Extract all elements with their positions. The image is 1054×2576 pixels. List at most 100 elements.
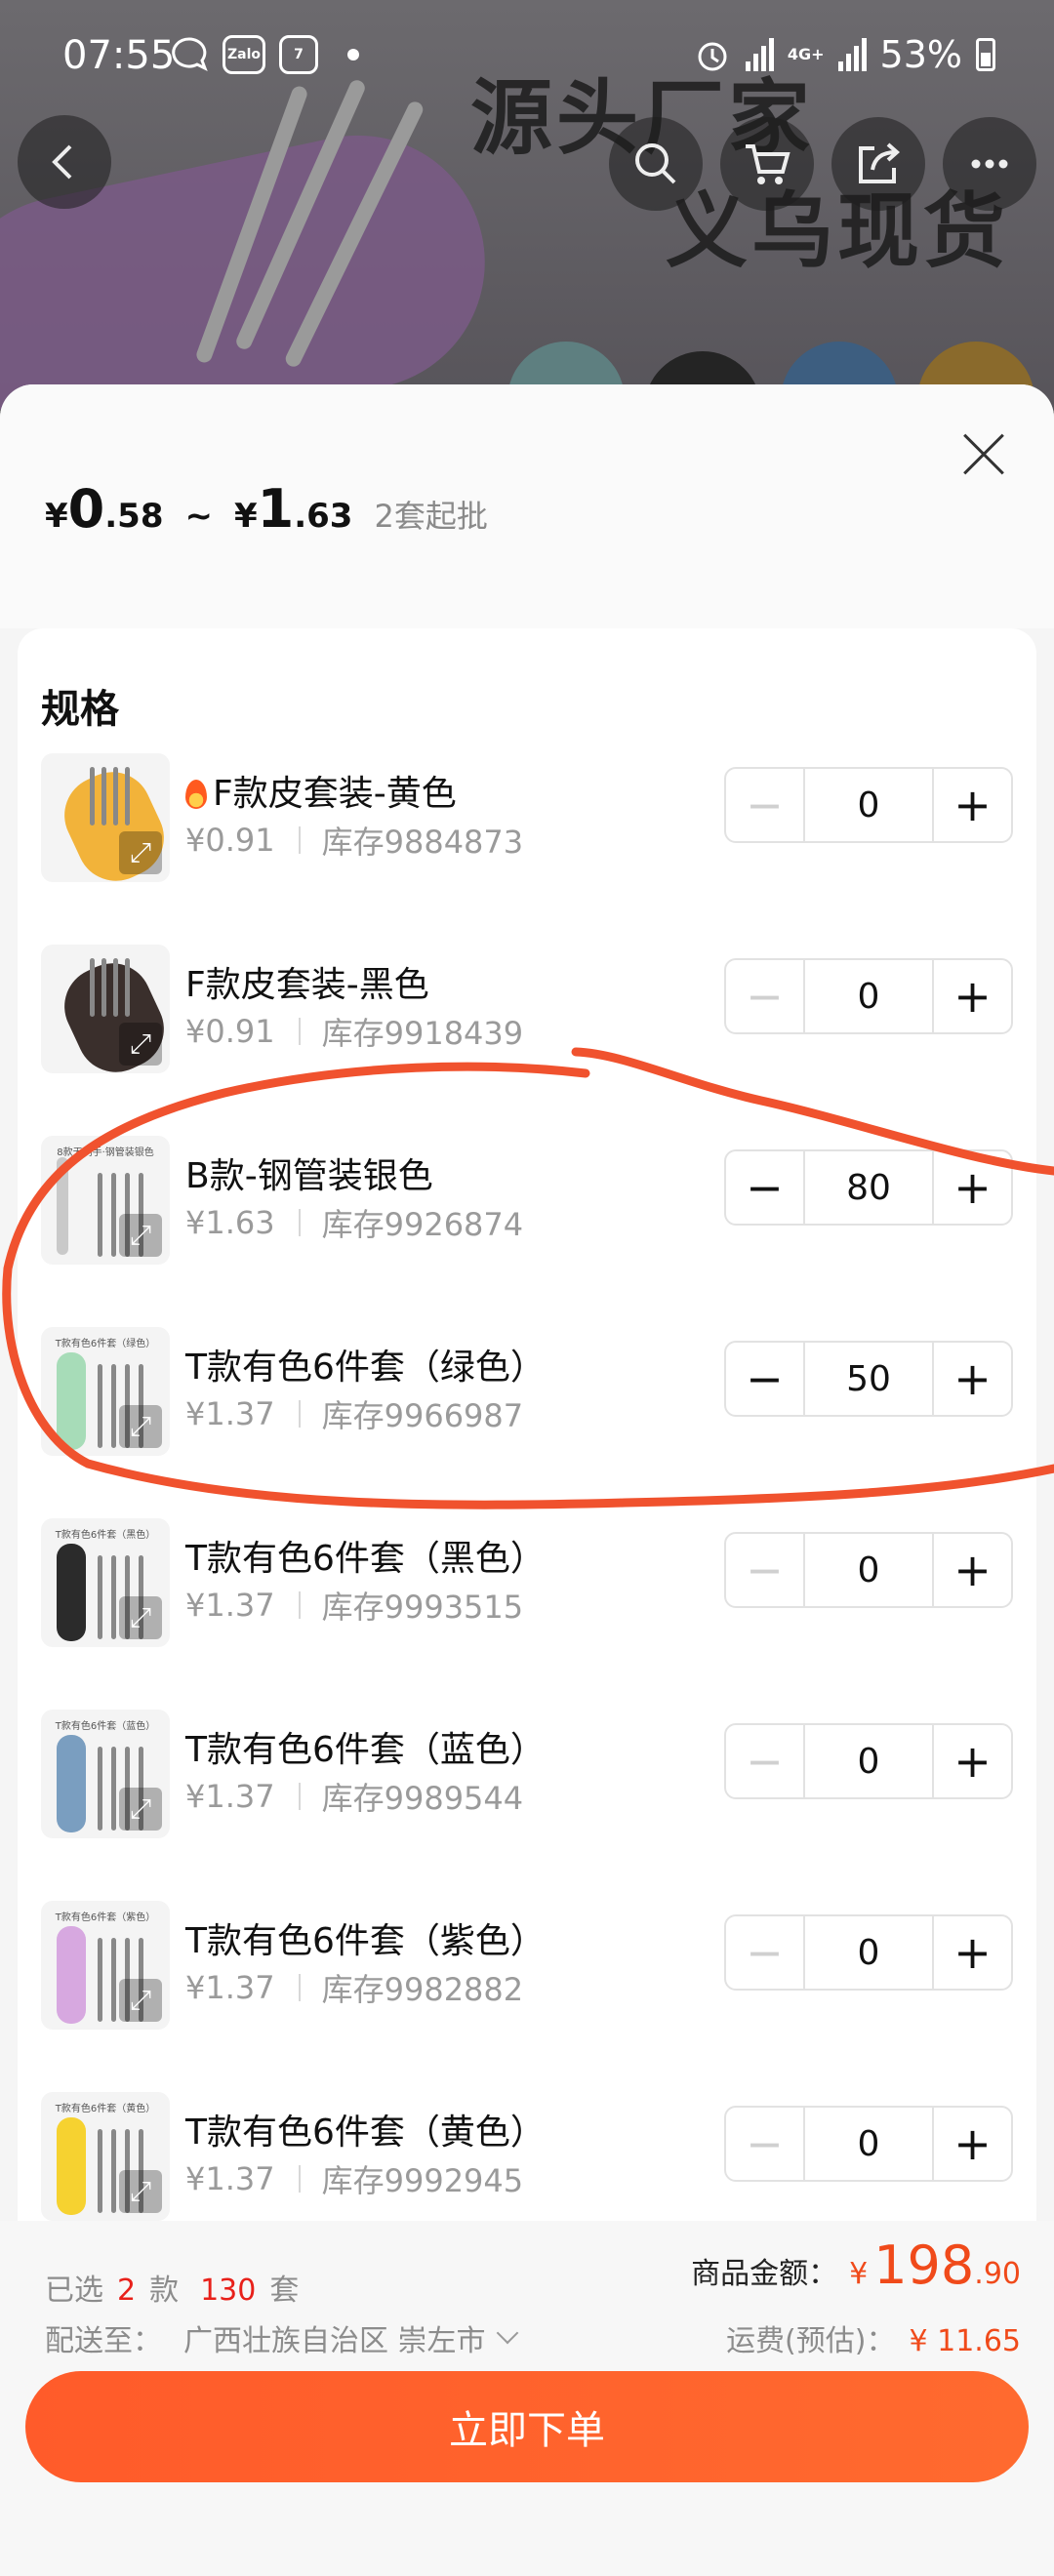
- expand-icon[interactable]: ⤢: [119, 1788, 162, 1831]
- thumb-caption: 8款无刺手·钢管装银色: [57, 1147, 154, 1158]
- decrease-button[interactable]: −: [726, 1534, 803, 1606]
- expand-icon[interactable]: ⤢: [119, 1214, 162, 1257]
- divider: [298, 1591, 301, 1619]
- expand-icon[interactable]: ⤢: [119, 1405, 162, 1448]
- thumb-caption: T款有色6件套（紫色）: [55, 1912, 156, 1923]
- expand-icon[interactable]: ⤢: [119, 1023, 162, 1066]
- decrease-button[interactable]: −: [726, 960, 803, 1032]
- shipping-destination[interactable]: 配送至： 广西壮族自治区 崇左市: [45, 2316, 518, 2359]
- decrease-button[interactable]: −: [726, 1343, 803, 1415]
- divider: [298, 826, 301, 854]
- thumb-caption: T款有色6件套（蓝色）: [55, 1721, 156, 1732]
- total-int: 198: [873, 2234, 975, 2296]
- increase-button[interactable]: +: [934, 1343, 1011, 1415]
- alarm-icon: [698, 42, 727, 71]
- item-meta: ¥1.37 库存9993515: [185, 1583, 523, 1628]
- quantity-input[interactable]: 0: [802, 1725, 935, 1797]
- count-unit: 套: [269, 2274, 300, 2308]
- selection-summary: 已选 2 款 130 套: [45, 2266, 299, 2309]
- tool-stick: [90, 958, 95, 1017]
- item-price: ¥1.63: [185, 1204, 275, 1241]
- status-time: 07:55: [62, 33, 176, 78]
- item-thumbnail[interactable]: T款有色6件套（黑色） ⤢: [41, 1518, 170, 1647]
- place-order-button[interactable]: 立即下单: [25, 2371, 1029, 2482]
- item-thumbnail[interactable]: T款有色6件套（绿色） ⤢: [41, 1327, 170, 1456]
- zalo-icon: Zalo: [223, 35, 265, 74]
- share-button[interactable]: [831, 117, 925, 211]
- selected-count: 130: [200, 2274, 257, 2308]
- quantity-input[interactable]: 0: [802, 1916, 935, 1989]
- decrease-button[interactable]: −: [726, 1725, 803, 1797]
- search-button[interactable]: [609, 117, 703, 211]
- quantity-stepper: −80 +: [724, 1149, 1013, 1226]
- chevron-left-icon: [52, 144, 72, 180]
- item-thumbnail[interactable]: ⤢: [41, 753, 170, 882]
- expand-icon[interactable]: ⤢: [119, 831, 162, 874]
- increase-button[interactable]: +: [934, 1151, 1011, 1224]
- close-button[interactable]: [953, 423, 1015, 486]
- min-order-quantity: 2套起批: [374, 498, 488, 535]
- item-meta: ¥1.37 库存9966987: [185, 1391, 523, 1436]
- item-name-text: T款有色6件套（绿色）: [185, 1348, 546, 1388]
- item-thumbnail[interactable]: T款有色6件套（紫色） ⤢: [41, 1901, 170, 2030]
- total-currency: ¥: [849, 2257, 869, 2291]
- decrease-button[interactable]: −: [726, 1916, 803, 1989]
- quantity-input[interactable]: 50: [802, 1343, 935, 1415]
- item-name-text: B款-钢管装银色: [185, 1156, 433, 1196]
- increase-button[interactable]: +: [934, 2108, 1011, 2180]
- item-thumbnail[interactable]: ⤢: [41, 945, 170, 1073]
- tool-stick: [111, 1555, 116, 1639]
- spec-item: T款有色6件套（黑色） ⤢ T款有色6件套（黑色） ¥1.37 库存9993515 −0 +: [18, 1518, 1036, 1655]
- expand-icon[interactable]: ⤢: [119, 1596, 162, 1639]
- quantity-input[interactable]: 80: [802, 1151, 935, 1224]
- increase-button[interactable]: +: [934, 960, 1011, 1032]
- more-button[interactable]: [943, 117, 1036, 211]
- share-icon: [859, 142, 901, 183]
- quantity-input[interactable]: 0: [802, 769, 935, 841]
- item-name-text: T款有色6件套（紫色）: [185, 1921, 546, 1961]
- quantity-input[interactable]: 0: [802, 960, 935, 1032]
- item-meta: ¥1.63 库存9926874: [185, 1200, 523, 1245]
- item-thumbnail[interactable]: T款有色6件套（黄色） ⤢: [41, 2092, 170, 2221]
- item-name: T款有色6件套（紫色）: [185, 1912, 546, 1963]
- kinds-unit: 款: [149, 2274, 180, 2308]
- increase-button[interactable]: +: [934, 1916, 1011, 1989]
- battery-percent: 53%: [879, 33, 962, 76]
- increase-button[interactable]: +: [934, 1725, 1011, 1797]
- expand-icon[interactable]: ⤢: [119, 1979, 162, 2022]
- cart-button[interactable]: [720, 117, 814, 211]
- thumb-caption: T款有色6件套（黑色）: [55, 1530, 156, 1541]
- signal-icon-2: [837, 38, 867, 71]
- item-meta: ¥0.91 库存9918439: [185, 1009, 523, 1054]
- expand-icon[interactable]: ⤢: [119, 2170, 162, 2213]
- item-thumbnail[interactable]: 8款无刺手·钢管装银色 ⤢: [41, 1136, 170, 1265]
- quantity-stepper: −0 +: [724, 1532, 1013, 1608]
- increase-button[interactable]: +: [934, 769, 1011, 841]
- quantity-stepper: −0 +: [724, 958, 1013, 1034]
- decrease-button[interactable]: −: [726, 1151, 803, 1224]
- freight-label: 运费(预估)：: [726, 2324, 896, 2358]
- tool-stick: [98, 1747, 102, 1831]
- item-name-text: T款有色6件套（黑色）: [185, 1539, 546, 1579]
- tool-stick: [111, 2129, 116, 2213]
- decrease-button[interactable]: −: [726, 769, 803, 841]
- back-button[interactable]: [18, 115, 111, 209]
- ship-label: 配送至：: [45, 2324, 162, 2358]
- increase-button[interactable]: +: [934, 1534, 1011, 1606]
- tool-stick: [98, 1173, 102, 1257]
- quantity-input[interactable]: 0: [802, 2108, 935, 2180]
- item-thumbnail[interactable]: T款有色6件套（蓝色） ⤢: [41, 1710, 170, 1838]
- item-name: T款有色6件套（黄色）: [185, 2104, 546, 2154]
- total-amount: 商品金额： ¥ 198 .90: [691, 2234, 1021, 2296]
- spec-item: 8款无刺手·钢管装银色 ⤢ B款-钢管装银色 ¥1.63 库存9926874 −80 +: [18, 1136, 1036, 1272]
- quantity-input[interactable]: 0: [802, 1534, 935, 1606]
- item-stock: 库存9992945: [321, 2162, 524, 2199]
- battery-icon: [976, 38, 995, 71]
- spec-item: ⤢ F款皮套装-黄色 ¥0.91 库存9884873 −0 +: [18, 753, 1036, 890]
- decrease-button[interactable]: −: [726, 2108, 803, 2180]
- divider: [298, 1783, 301, 1810]
- currency-symbol: ¥: [45, 497, 68, 536]
- spec-item: ⤢ F款皮套装-黑色 ¥0.91 库存9918439 −0 +: [18, 945, 1036, 1081]
- max-price-dec: .63: [294, 497, 353, 536]
- range-separator: ~: [184, 497, 213, 536]
